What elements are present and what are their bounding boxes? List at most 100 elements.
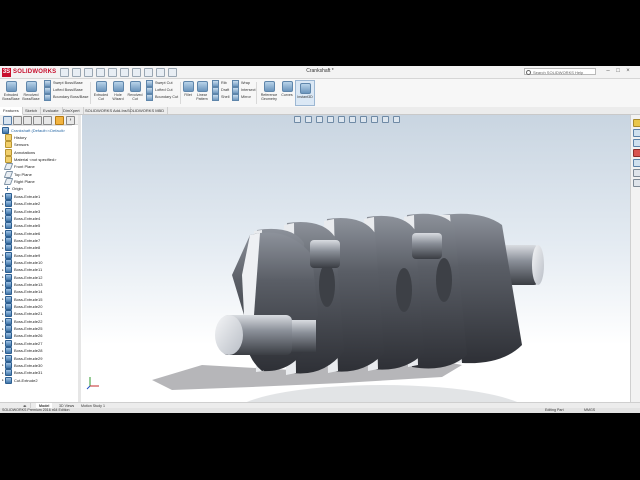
lofted-boss-button[interactable]: Lofted Boss/Base: [44, 86, 83, 94]
tree-item[interactable]: ▸ Boss-Extrude22: [2, 317, 42, 325]
tree-item[interactable]: ▸ Boss-Extrude1: [2, 192, 40, 200]
tree-item[interactable]: Material <not specified>: [2, 156, 56, 164]
wrap-button[interactable]: Wrap: [232, 79, 250, 87]
folder-icon: [5, 156, 12, 164]
feature-icon: [5, 244, 12, 252]
swept-cut-button[interactable]: Swept Cut: [146, 79, 173, 87]
reference-geometry-button[interactable]: Reference Geometry: [258, 81, 280, 101]
swept-boss-icon: [44, 79, 51, 87]
feature-icon: [5, 369, 12, 377]
curves-icon: [281, 81, 293, 92]
tree-item-label: Crankshaft (Default<<Default>: [11, 128, 66, 133]
minimize-button[interactable]: ‒: [604, 68, 612, 75]
extruded-boss-button[interactable]: Extruded Boss/Base: [2, 81, 20, 101]
command-manager: Extruded Boss/Base Revolved Boss/Base Sw…: [0, 79, 640, 108]
feature-tree-tab-icon[interactable]: [3, 116, 12, 125]
tree-item-label: Boss-Extrude8: [14, 245, 41, 251]
tree-root-part[interactable]: Crankshaft (Default<<Default>: [2, 127, 65, 134]
tree-item[interactable]: ▸ Boss-Extrude11: [2, 266, 42, 274]
fillet-button[interactable]: Fillet: [182, 81, 194, 97]
tree-item[interactable]: ▸ Boss-Extrude14: [2, 288, 42, 296]
intersect-button[interactable]: Intersect: [232, 86, 256, 94]
display-manager-tab-icon[interactable]: [43, 116, 52, 125]
linear-pattern-button[interactable]: Linear Pattern: [194, 81, 210, 101]
tree-item-label: Boss-Extrude4: [14, 215, 41, 221]
tab-dimxpert[interactable]: DimXpert: [60, 107, 84, 114]
tree-item[interactable]: ▸ Boss-Extrude20: [2, 303, 42, 311]
graphics-area[interactable]: [82, 115, 630, 402]
file-explorer-icon[interactable]: [633, 139, 640, 147]
panel-splitter[interactable]: [78, 115, 81, 402]
tree-item[interactable]: Origin: [2, 185, 23, 192]
extruded-cut-button[interactable]: Extruded Cut: [92, 81, 110, 101]
tree-item[interactable]: ▸ Boss-Extrude6: [2, 229, 41, 237]
lofted-cut-button[interactable]: Lofted Cut: [146, 86, 173, 94]
tab-mbd[interactable]: SOLIDWORKS MBD: [124, 107, 169, 114]
tree-item[interactable]: ▸ Boss-Extrude31: [2, 369, 42, 377]
tree-item[interactable]: ▸ Boss-Extrude13: [2, 281, 42, 288]
tree-item[interactable]: ▸ Boss-Extrude10: [2, 258, 42, 266]
tab-sketch[interactable]: Sketch: [22, 107, 42, 114]
tree-item[interactable]: History: [2, 134, 26, 141]
tree-item-label: Boss-Extrude6: [14, 230, 41, 236]
tree-item[interactable]: ▸ Boss-Extrude21: [2, 310, 42, 318]
appearance-tab-icon[interactable]: [55, 116, 64, 125]
swept-boss-button[interactable]: Swept Boss/Base: [44, 79, 83, 87]
tree-item-label: Boss-Extrude26: [14, 333, 43, 339]
close-button[interactable]: ×: [624, 68, 632, 75]
property-manager-tab-icon[interactable]: [13, 116, 22, 125]
tree-item[interactable]: Sensors: [2, 141, 29, 149]
tree-item[interactable]: ▸ Boss-Extrude2: [2, 200, 40, 208]
tree-item[interactable]: ▸ Boss-Extrude5: [2, 222, 40, 230]
status-units[interactable]: MMGS: [584, 408, 595, 413]
curves-button[interactable]: Curves: [280, 81, 294, 97]
tree-item[interactable]: ▸ Boss-Extrude15: [2, 295, 42, 303]
boundary-boss-button[interactable]: Boundary Boss/Base: [44, 93, 88, 101]
configuration-tab-icon[interactable]: [23, 116, 32, 125]
solidworks-forum-icon[interactable]: [633, 179, 640, 187]
revolved-boss-button[interactable]: Revolved Boss/Base: [22, 81, 40, 101]
custom-properties-icon[interactable]: [633, 169, 640, 177]
tree-item[interactable]: ▸ Boss-Extrude4: [2, 214, 41, 222]
tree-item[interactable]: Right Plane: [2, 178, 35, 186]
view-palette-icon[interactable]: [633, 149, 640, 157]
tree-item[interactable]: ▸ Boss-Extrude25: [2, 325, 42, 333]
tree-item[interactable]: Annotations: [2, 148, 36, 156]
tree-item[interactable]: ▸ Boss-Extrude3: [2, 207, 40, 215]
tree-item[interactable]: ▸ Boss-Extrude28: [2, 347, 42, 355]
tree-item[interactable]: ▸ Boss-Extrude9: [2, 251, 40, 259]
expand-arrow-icon[interactable]: ›: [66, 116, 75, 125]
feature-icon: [5, 332, 12, 340]
rib-button[interactable]: Rib: [212, 79, 227, 87]
feature-icon: [5, 354, 12, 362]
design-library-icon[interactable]: [633, 129, 640, 137]
resources-icon[interactable]: [633, 119, 640, 127]
feature-manager-panel: › Crankshaft (Default<<Default> History Se…: [0, 115, 79, 402]
journal-3: [396, 268, 412, 312]
tree-item[interactable]: ▸ Boss-Extrude27: [2, 339, 42, 347]
tree-item[interactable]: Front Plane: [2, 163, 35, 171]
search-input[interactable]: Search SOLIDWORKS Help: [524, 68, 596, 75]
instant3d-button[interactable]: Instant3D: [295, 80, 315, 106]
appearances-icon[interactable]: [633, 159, 640, 167]
maximize-button[interactable]: □: [614, 68, 622, 75]
boundary-cut-button[interactable]: Boundary Cut: [146, 93, 178, 101]
draft-button[interactable]: Draft: [212, 86, 229, 94]
tree-item[interactable]: ▸ Boss-Extrude30: [2, 361, 42, 369]
lofted-boss-icon: [44, 86, 51, 94]
tree-item[interactable]: ▸ Boss-Extrude7: [2, 236, 40, 244]
tree-item[interactable]: ▸ Boss-Extrude12: [2, 273, 42, 281]
tree-item[interactable]: ▸ Boss-Extrude8: [2, 244, 41, 252]
tree-item[interactable]: Top Plane: [2, 170, 32, 178]
tree-item-label: Annotations: [14, 149, 36, 155]
tree-item[interactable]: ▸ Cut-Extrude2: [2, 376, 38, 384]
dimxpert-tab-icon[interactable]: [33, 116, 42, 125]
revolved-cut-button[interactable]: Revolved Cut: [126, 81, 144, 101]
hole-wizard-button[interactable]: Hole Wizard: [110, 81, 126, 101]
tab-features[interactable]: Features: [0, 107, 23, 115]
tree-item[interactable]: ▸ Boss-Extrude26: [2, 332, 43, 340]
crankshaft-model[interactable]: [82, 115, 630, 402]
shell-button[interactable]: Shell: [212, 93, 229, 101]
tree-item[interactable]: ▸ Boss-Extrude29: [2, 354, 42, 362]
mirror-button[interactable]: Mirror: [232, 93, 251, 101]
